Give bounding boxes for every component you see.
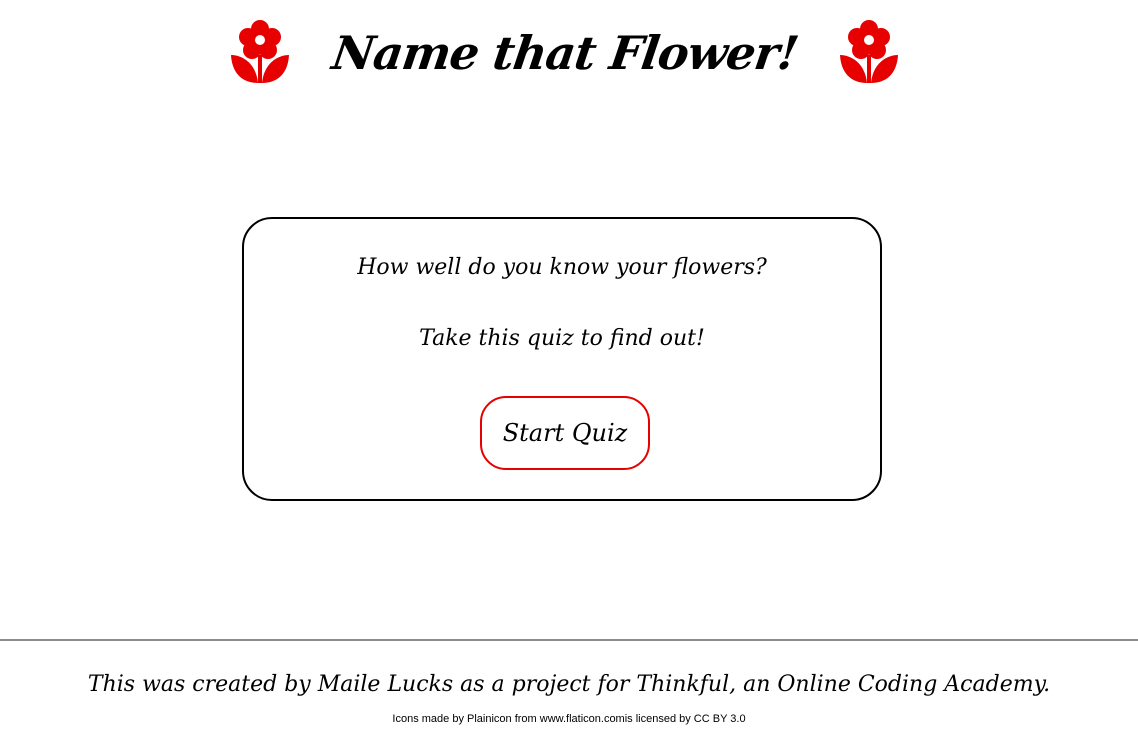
intro-subtitle: Take this quiz to find out!: [419, 326, 705, 351]
icon-attribution: Icons made by Plainicon from www.flatico…: [392, 713, 746, 725]
page-title: Name that Flower!: [328, 26, 802, 80]
footer-divider: [0, 639, 1138, 641]
quiz-intro-card: How well do you know your flowers? Take …: [242, 217, 882, 501]
flower-icon: [231, 20, 289, 83]
footer-credit: This was created by Maile Lucks as a pro…: [87, 672, 1051, 697]
start-quiz-button[interactable]: Start Quiz: [480, 396, 650, 470]
intro-question: How well do you know your flowers?: [357, 255, 767, 280]
page-header: Name that Flower!: [0, 0, 1138, 100]
flower-icon: [840, 20, 898, 83]
